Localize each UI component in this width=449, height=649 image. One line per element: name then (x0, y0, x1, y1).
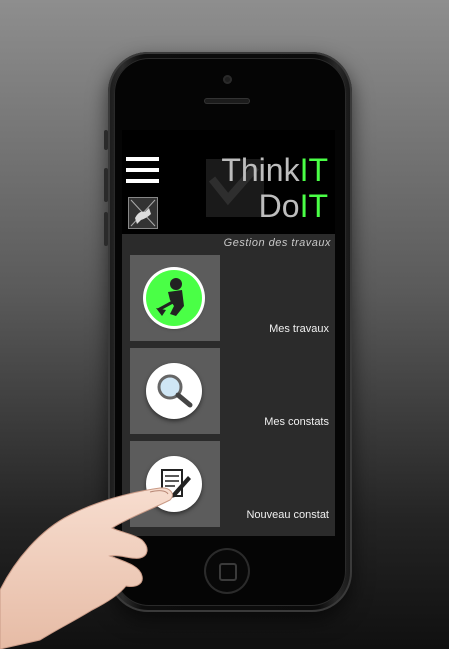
menu-card-label: Nouveau constat (246, 509, 329, 521)
document-edit-icon (146, 456, 202, 512)
menu-card-mes-constats[interactable]: Mes constats (130, 348, 335, 438)
section-title: Gestion des travaux (223, 237, 331, 249)
logo-think-it: ThinkIT (221, 153, 328, 187)
volume-down-button (104, 212, 108, 246)
card-thumbnail (130, 441, 220, 527)
card-thumbnail (130, 255, 220, 341)
logo-do-text: Do (258, 188, 300, 224)
menu-card-label: Mes constats (264, 416, 329, 428)
worker-digging-icon (146, 270, 202, 326)
app-screen: ThinkIT DoIT Gestion des travaux Mes tra… (122, 130, 335, 536)
logo-it-text: IT (299, 152, 328, 188)
menu-card-nouveau-constat[interactable]: Nouveau constat (130, 441, 335, 531)
card-thumbnail (130, 348, 220, 434)
mute-switch (104, 130, 108, 150)
speaker-grille (204, 98, 250, 104)
magnifier-icon (146, 363, 202, 419)
menu-card-mes-travaux[interactable]: Mes travaux (130, 255, 335, 345)
app-header: ThinkIT DoIT (122, 130, 335, 234)
logo-think-text: Think (221, 152, 300, 188)
profile-avatar-icon[interactable] (128, 197, 158, 229)
logo-it-text-2: IT (299, 188, 328, 224)
app-logo: ThinkIT DoIT (204, 145, 332, 229)
volume-up-button (104, 168, 108, 202)
hamburger-menu-icon[interactable] (126, 157, 159, 185)
menu-card-label: Mes travaux (269, 323, 329, 335)
front-camera-icon (223, 75, 232, 84)
home-button[interactable] (204, 548, 250, 594)
logo-do-it: DoIT (259, 189, 328, 223)
